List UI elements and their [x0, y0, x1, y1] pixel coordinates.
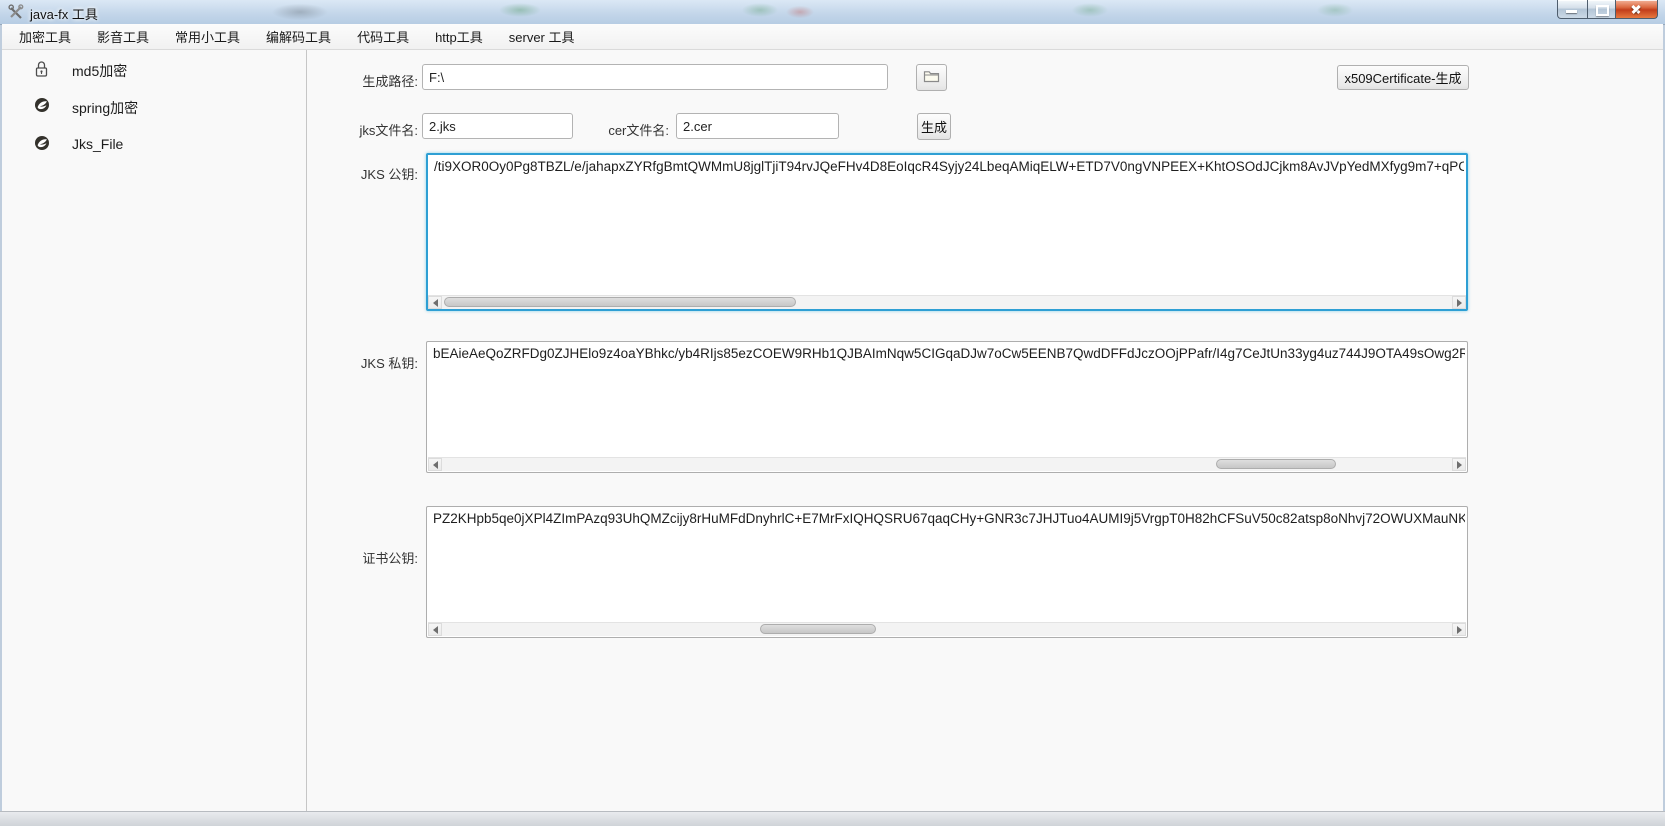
- sidebar-item-label: Jks_File: [72, 136, 123, 152]
- spring-icon: [34, 97, 50, 118]
- cert-public-key-textarea[interactable]: PZ2KHpb5qe0jXPl4ZImPAzq93UhQMZcijy8rHuMF…: [426, 506, 1468, 638]
- path-label: 生成路径:: [307, 71, 418, 90]
- menu-codec-tools[interactable]: 编解码工具: [253, 24, 344, 49]
- tools-icon: [8, 4, 24, 20]
- window-title: java-fx 工具: [30, 4, 98, 23]
- scroll-right-button[interactable]: [1452, 623, 1466, 636]
- horizontal-scrollbar[interactable]: [428, 295, 1466, 309]
- menu-media-tools[interactable]: 影音工具: [84, 24, 162, 49]
- sidebar-item-spring[interactable]: spring加密: [2, 95, 306, 119]
- main-panel: 生成路径: x509Certificate-生成 jks文件名: cer文件名:…: [307, 50, 1663, 812]
- menu-encrypt-tools[interactable]: 加密工具: [6, 24, 84, 49]
- sidebar-item-md5[interactable]: md5加密: [2, 58, 306, 82]
- close-icon: [1630, 3, 1642, 15]
- spring-icon: [34, 135, 50, 156]
- menu-common-tools[interactable]: 常用小工具: [162, 24, 253, 49]
- minimize-icon: [1566, 10, 1577, 13]
- jks-private-key-text: bEAieAeQoZRFDg0ZJHElo9z4oaYBhkc/yb4RIjs8…: [429, 344, 1465, 368]
- x509-generate-button[interactable]: x509Certificate-生成: [1337, 65, 1469, 90]
- sidebar-item-label: spring加密: [72, 98, 138, 118]
- right-arrow-icon: [1457, 461, 1462, 469]
- cert-public-key-text: PZ2KHpb5qe0jXPl4ZImPAzq93UhQMZcijy8rHuMF…: [429, 509, 1465, 533]
- browse-button[interactable]: [916, 64, 947, 91]
- left-arrow-icon: [433, 299, 438, 307]
- menu-code-tools[interactable]: 代码工具: [344, 24, 422, 49]
- menu-server-tools[interactable]: server 工具: [496, 24, 588, 49]
- jks-public-key-label: JKS 公钥:: [307, 164, 418, 183]
- jks-filename-input[interactable]: [422, 113, 573, 139]
- cert-public-key-label: 证书公钥:: [307, 548, 418, 567]
- minimize-button[interactable]: [1557, 0, 1588, 19]
- maximize-button[interactable]: [1588, 0, 1616, 19]
- scroll-right-button[interactable]: [1452, 296, 1466, 309]
- right-arrow-icon: [1457, 626, 1462, 634]
- scroll-left-button[interactable]: [428, 296, 442, 309]
- close-button[interactable]: [1616, 0, 1658, 19]
- maximize-icon: [1596, 5, 1609, 16]
- scrollbar-thumb[interactable]: [1216, 459, 1336, 469]
- scrollbar-thumb[interactable]: [760, 624, 876, 634]
- sidebar-item-label: md5加密: [72, 61, 127, 81]
- scrollbar-track[interactable]: [442, 296, 1452, 309]
- lock-icon: [34, 60, 49, 83]
- left-arrow-icon: [433, 626, 438, 634]
- jks-filename-label: jks文件名:: [307, 120, 418, 139]
- titlebar[interactable]: java-fx 工具: [0, 0, 1665, 25]
- horizontal-scrollbar[interactable]: [428, 457, 1466, 471]
- app-window: java-fx 工具 加密工具 影音工具 常用小工具 编解码工具 代码工具 ht…: [0, 0, 1665, 826]
- sidebar-item-jks-file[interactable]: Jks_File: [2, 133, 306, 157]
- left-arrow-icon: [433, 461, 438, 469]
- jks-private-key-label: JKS 私钥:: [307, 353, 418, 372]
- cer-filename-label: cer文件名:: [558, 120, 669, 139]
- cer-filename-input[interactable]: [676, 113, 839, 139]
- path-input[interactable]: [422, 64, 888, 90]
- jks-public-key-textarea[interactable]: /ti9XOR0Oy0Pg8TBZL/e/jahapxZYRfgBmtQWMmU…: [426, 153, 1468, 311]
- menu-http-tools[interactable]: http工具: [422, 24, 496, 49]
- scrollbar-track[interactable]: [442, 623, 1452, 636]
- menubar: 加密工具 影音工具 常用小工具 编解码工具 代码工具 http工具 server…: [2, 24, 1663, 50]
- horizontal-scrollbar[interactable]: [428, 622, 1466, 636]
- jks-private-key-textarea[interactable]: bEAieAeQoZRFDg0ZJHElo9z4oaYBhkc/yb4RIjs8…: [426, 341, 1468, 473]
- sidebar: md5加密 spring加密 Jks_File: [2, 50, 307, 812]
- scroll-left-button[interactable]: [428, 458, 442, 471]
- window-controls: [1557, 0, 1658, 19]
- scroll-right-button[interactable]: [1452, 458, 1466, 471]
- generate-button[interactable]: 生成: [917, 113, 951, 140]
- jks-public-key-text: /ti9XOR0Oy0Pg8TBZL/e/jahapxZYRfgBmtQWMmU…: [430, 157, 1464, 181]
- right-arrow-icon: [1457, 299, 1462, 307]
- scrollbar-track[interactable]: [442, 458, 1452, 471]
- window-bottom-border: [0, 811, 1665, 826]
- scrollbar-thumb[interactable]: [444, 297, 796, 307]
- folder-icon: [923, 70, 940, 86]
- scroll-left-button[interactable]: [428, 623, 442, 636]
